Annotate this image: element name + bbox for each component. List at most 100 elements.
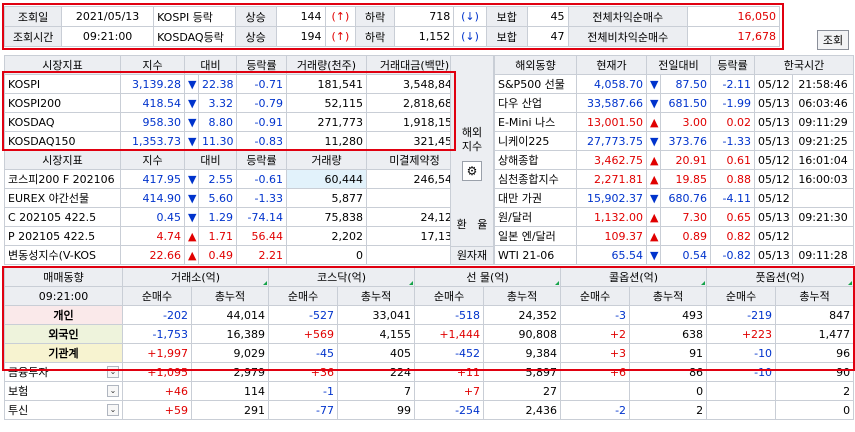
- net-buy-value: -202: [122, 305, 192, 325]
- up-triangle-icon: ▲: [646, 207, 661, 227]
- group-label: 코스닥(억): [316, 271, 367, 284]
- investor-row[interactable]: 기관계 +1,997 9,029 -45 405 -452 9,384 +3 91 -10 96: [4, 343, 855, 363]
- up-triangle-icon: ▲: [646, 112, 661, 132]
- change-rate: -2.11: [710, 74, 756, 94]
- overseas-row[interactable]: WTI 21-06 65.54 ▼ 0.54 -0.82 05/13 09:11:28: [494, 245, 855, 265]
- market-row[interactable]: KOSPI200 418.54 ▼ 3.32 -0.79 52,115 2,818,685: [4, 93, 463, 113]
- market-row[interactable]: KOSDAQ 958.30 ▼ 8.80 -0.91 271,773 1,918,156: [4, 112, 463, 132]
- column-header: 해외동향: [494, 55, 577, 75]
- net-buy-value: +1,095: [122, 362, 192, 382]
- up-triangle-icon: ▲: [184, 245, 199, 265]
- chevron-down-icon[interactable]: ⌄: [107, 366, 119, 378]
- investor-row[interactable]: 금융투자 ⌄ +1,095 2,979 +36 224 +11 5,897 +6 86 -10 90: [4, 362, 855, 382]
- overseas-row[interactable]: 심천종합지수 2,271.81 ▲ 19.85 0.88 05/12 16:00:03: [494, 169, 855, 189]
- change-value: 19.85: [659, 169, 712, 189]
- investor-row[interactable]: 투신 ⌄ +59 291 -77 99 -254 2,436 -2 2 0: [4, 400, 855, 420]
- column-header: 시장지표: [4, 150, 121, 170]
- market-row[interactable]: 코스피200 F 202106 417.95 ▼ 2.55 -0.61 60,444 246…: [4, 169, 463, 189]
- group-label: 풋옵션(억): [755, 271, 805, 284]
- indicator-name: KOSDAQ150: [4, 131, 121, 151]
- gear-icon[interactable]: ⚙: [462, 161, 482, 181]
- refresh-button[interactable]: 조회: [817, 30, 849, 50]
- summary-row-kosdaq: 조회시간 09:21:00 KOSDAQ등락 상승 194 (↑) 하락 1,1…: [3, 26, 781, 47]
- net-buy-value: +36: [268, 362, 339, 382]
- change-value: 87.50: [659, 74, 712, 94]
- net-buy-value: -452: [414, 343, 485, 363]
- overseas-row[interactable]: 니케이225 27,773.75 ▼ 373.76 -1.33 05/13 09:21:25: [494, 131, 855, 151]
- cumulative-value: 0: [775, 400, 855, 420]
- net-buy-value: -77: [268, 400, 339, 420]
- cumulative-value: 44,014: [190, 305, 270, 325]
- net-buy-value: +1,444: [414, 324, 485, 344]
- date-label: 조회일: [3, 6, 63, 27]
- cumulative-value: 33,041: [337, 305, 416, 325]
- investor-name: 개인: [4, 305, 123, 325]
- market-row[interactable]: C 202105 422.5 0.45 ▼ 1.29 -74.14 75,838 24,12…: [4, 207, 463, 227]
- overseas-row[interactable]: S&P500 선물 4,058.70 ▼ 87.50 -2.11 05/12 21:58:4…: [494, 74, 855, 94]
- corner-marker-icon: [848, 281, 853, 285]
- investor-row[interactable]: 외국인 -1,753 16,389 +569 4,155 +1,444 90,808 +2 63…: [4, 324, 855, 344]
- overseas-row[interactable]: 상해종합 3,462.75 ▲ 20.91 0.61 05/12 16:01:04: [494, 150, 855, 170]
- kr-time: 16:01:04: [792, 150, 855, 170]
- net-buy-header: 순매수: [560, 286, 631, 306]
- change-value: 11.30: [198, 131, 237, 151]
- cumulative-value: 2: [775, 381, 855, 401]
- down-triangle-icon: ▼: [184, 207, 199, 227]
- investor-label: 외국인: [48, 328, 79, 341]
- price: 15,902.37: [576, 188, 647, 208]
- change-rate: 0.61: [710, 150, 756, 170]
- amount: 24,128: [366, 207, 463, 227]
- investor-name[interactable]: 보험 ⌄: [4, 381, 123, 401]
- index-value: 22.66: [120, 245, 185, 265]
- market-row[interactable]: KOSDAQ150 1,353.73 ▼ 11.30 -0.83 11,280 321,45…: [4, 131, 463, 151]
- volume: 60,444: [286, 169, 367, 189]
- investor-label: 개인: [53, 309, 74, 322]
- column-header: 거래량(천주): [286, 55, 367, 75]
- market-row[interactable]: 변동성지수(V-KOS22.66▲0.492.2100: [4, 245, 463, 265]
- net-buy-value: -10: [706, 343, 777, 363]
- investor-name[interactable]: 금융투자 ⌄: [4, 362, 123, 382]
- investor-row[interactable]: 개인 -202 44,014 -527 33,041 -518 24,352 -3 493 -21…: [4, 305, 855, 325]
- overseas-index-label[interactable]: 해외 지수: [451, 126, 493, 154]
- overseas-row[interactable]: 다우 산업 33,587.66 ▼ 681.50 -1.99 05/13 06:03:46: [494, 93, 855, 113]
- net-buy-value: [706, 400, 777, 420]
- corner-marker-icon: [409, 281, 414, 285]
- derivatives-header-row: 시장지표 지수 대비 등락률 거래량 미결제약정: [4, 150, 463, 170]
- column-header: 거래대금(백만): [366, 55, 463, 75]
- overseas-row[interactable]: E-Mini 나스 13,001.50 ▲ 3.00 0.02 05/13 09:11:29: [494, 112, 855, 132]
- amount: 246,541: [366, 169, 463, 189]
- net-buy-value: +569: [268, 324, 339, 344]
- overseas-row[interactable]: 원/달러 1,132.00 ▲ 7.30 0.65 05/13 09:21:30: [494, 207, 855, 227]
- down-triangle-icon: ▼: [646, 131, 661, 151]
- overseas-row[interactable]: 일본 엔/달러 109.37 ▲ 0.89 0.82 05/12: [494, 226, 855, 246]
- price: 65.54: [576, 245, 647, 265]
- change-value: 1.29: [198, 207, 237, 227]
- overseas-row[interactable]: 대만 가권 15,902.37 ▼ 680.76 -4.11 05/12: [494, 188, 855, 208]
- change-value: 7.30: [659, 207, 712, 227]
- investor-name[interactable]: 투신 ⌄: [4, 400, 123, 420]
- kosdaq-breadth-label: KOSDAQ등락: [153, 26, 236, 47]
- change-rate: 2.21: [236, 245, 287, 265]
- raw-materials-label[interactable]: 원자재: [451, 246, 493, 264]
- price: 1,132.00: [576, 207, 647, 227]
- chevron-down-icon[interactable]: ⌄: [107, 404, 119, 416]
- net-buy-header: 순매수: [268, 286, 339, 306]
- trading-sub-row: 09:21:00 순매수 총누적 순매수 총누적 순매수 총누적 순매수 총누적 순매수 총누적: [4, 286, 855, 306]
- change-rate: -1.99: [710, 93, 756, 113]
- market-row[interactable]: EUREX 야간선물414.90▼5.60-1.335,8770: [4, 188, 463, 208]
- column-header: 지수: [120, 150, 185, 170]
- column-header: 현재가: [576, 55, 647, 75]
- down-label: 하락: [355, 6, 395, 27]
- investor-row[interactable]: 보험 ⌄ +46 114 -1 7 +7 27 0 2: [4, 381, 855, 401]
- overseas-name: WTI 21-06: [494, 245, 577, 265]
- overseas-name: S&P500 선물: [494, 74, 577, 94]
- market-row[interactable]: P 202105 422.5 4.74 ▲ 1.71 56.44 2,202 17,139: [4, 226, 463, 246]
- change-value: 8.80: [198, 112, 237, 132]
- fx-label[interactable]: 환 율: [451, 216, 493, 232]
- column-header: 시장지표: [4, 55, 121, 75]
- cumulative-value: 2,436: [483, 400, 562, 420]
- chevron-down-icon[interactable]: ⌄: [107, 385, 119, 397]
- amount: 1,918,156: [366, 112, 463, 132]
- column-header: 전일대비: [645, 55, 712, 75]
- market-row[interactable]: KOSPI 3,139.28 ▼ 22.38 -0.71 181,541 3,548,844: [4, 74, 463, 94]
